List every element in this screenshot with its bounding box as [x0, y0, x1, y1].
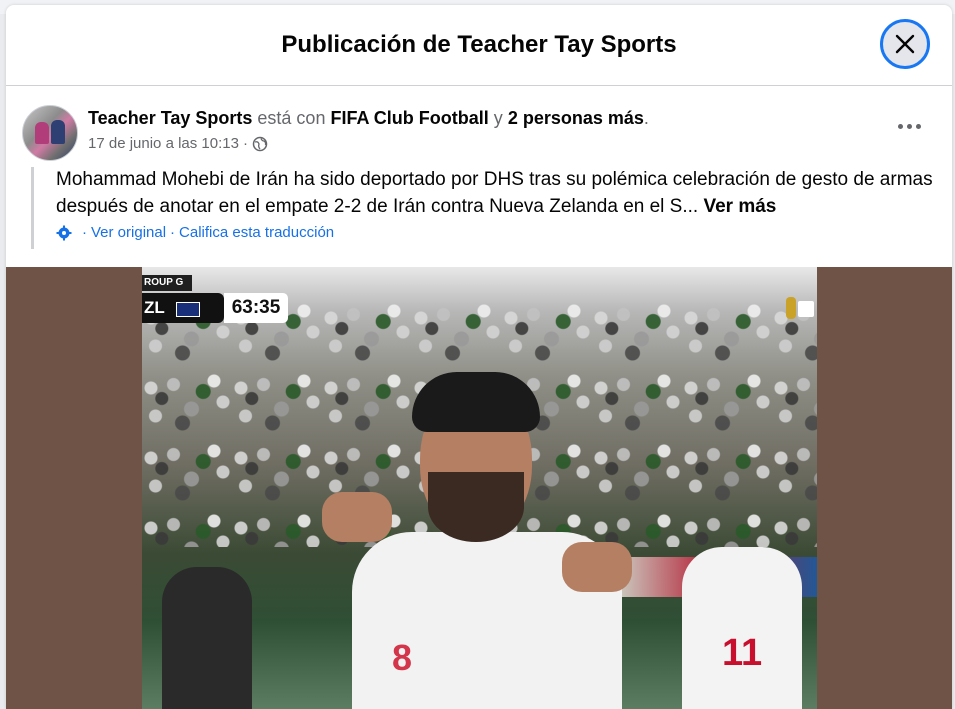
player-beard: [428, 472, 524, 542]
opponent-player: [162, 567, 252, 709]
caption-text: Mohammad Mohebi de Irán ha sido deportad…: [56, 169, 933, 217]
author-avatar[interactable]: [22, 105, 78, 161]
see-more-link[interactable]: Ver más: [703, 196, 776, 217]
settings-gear-icon[interactable]: [56, 225, 72, 241]
group-label: ROUP G: [142, 275, 192, 291]
dialog-title: Publicación de Teacher Tay Sports: [281, 31, 677, 58]
globe-icon[interactable]: [252, 136, 268, 152]
close-icon: [895, 34, 915, 54]
celebrating-player: 8: [322, 372, 632, 709]
translation-quote-bar: [31, 167, 34, 249]
post-caption: Mohammad Mohebi de Irán ha sido deportad…: [56, 166, 936, 220]
avatar-figure: [51, 120, 65, 144]
post-media[interactable]: 11 8 ROUP G ZL 63:35: [6, 267, 952, 709]
tagged-others-link[interactable]: 2 personas más: [508, 108, 644, 128]
player-hand: [322, 492, 392, 542]
author-name-link[interactable]: Teacher Tay Sports: [88, 108, 252, 128]
and-text: y: [493, 108, 503, 128]
trophy-icon-badge: [798, 301, 814, 317]
dialog-header: Publicación de Teacher Tay Sports: [6, 5, 952, 86]
avatar-figure: [35, 122, 49, 144]
teammate-player: 11: [682, 547, 802, 709]
trophy-icon-cup: [786, 297, 796, 319]
author-line: Teacher Tay Sports está con FIFA Club Fo…: [88, 108, 649, 129]
match-scorebug: ROUP G ZL 63:35: [142, 275, 292, 323]
team-flag-icon: [176, 302, 200, 317]
see-original-link[interactable]: Ver original: [91, 224, 166, 241]
rate-translation-link[interactable]: Califica esta traducción: [179, 224, 334, 241]
period: .: [643, 108, 649, 128]
translation-separator: ·: [170, 224, 176, 241]
post-meta: 17 de junio a las 10:13 ·: [88, 135, 268, 152]
player-hair: [412, 372, 540, 432]
post-header: Teacher Tay Sports está con FIFA Club Fo…: [6, 86, 952, 266]
player-jersey-number: 8: [392, 637, 413, 678]
more-options-icon: [916, 124, 921, 129]
more-options-button[interactable]: [892, 114, 928, 138]
more-options-icon: [907, 124, 912, 129]
timestamp-link[interactable]: 17 de junio a las 10:13: [88, 135, 239, 152]
teammate-jersey-number: 11: [722, 632, 763, 674]
close-button[interactable]: [880, 19, 930, 69]
player-hand: [562, 542, 632, 592]
post-dialog: Publicación de Teacher Tay Sports Teache…: [6, 5, 952, 709]
post-photo[interactable]: 11 8 ROUP G ZL 63:35: [142, 267, 817, 709]
tagged-page-link[interactable]: FIFA Club Football: [330, 108, 488, 128]
more-options-icon: [898, 124, 903, 129]
translation-separator: ·: [82, 224, 87, 241]
match-clock: 63:35: [224, 293, 288, 323]
with-text: está con: [257, 108, 326, 128]
translation-bar: · Ver original · Califica esta traducció…: [56, 224, 334, 241]
meta-separator: ·: [242, 135, 248, 152]
trophy-icon: [784, 295, 814, 321]
